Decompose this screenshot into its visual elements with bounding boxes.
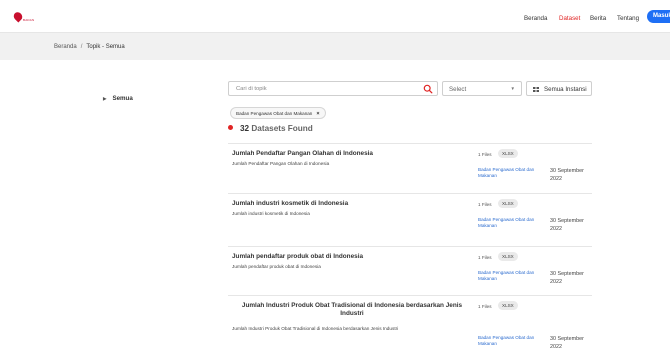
- nav-dataset[interactable]: Dataset: [559, 15, 580, 22]
- results-label: Datasets Found: [251, 124, 313, 133]
- dataset-row[interactable]: Jumlah pendaftar produk obat di Indonesi…: [228, 246, 592, 300]
- nav-berita[interactable]: Berita: [590, 15, 606, 22]
- chip-label: Badan Pengawas Obat dan Makanan: [236, 111, 313, 116]
- format-badge: XLSX: [498, 149, 518, 158]
- format-badge: XLSX: [498, 252, 518, 261]
- dataset-row[interactable]: Jumlah Industri Produk Obat Tradisional …: [228, 295, 592, 350]
- results-number: 32: [240, 124, 250, 133]
- close-icon[interactable]: ×: [316, 111, 319, 117]
- dataset-files-count: 1 Files: [478, 152, 492, 157]
- chevron-down-icon: ▼: [510, 86, 515, 91]
- format-badge: XLSX: [498, 301, 518, 310]
- breadcrumb: Beranda / Topik - Semua: [54, 44, 125, 50]
- nav-tentang[interactable]: Tentang: [617, 15, 639, 22]
- search-placeholder: Cari di topik: [236, 86, 267, 92]
- breadcrumb-separator: /: [80, 44, 83, 50]
- dataset-files-count: 1 Files: [478, 255, 492, 260]
- dataset-date: 30 September 2022: [550, 271, 584, 285]
- select-value: Select: [449, 85, 467, 93]
- dataset-files-count: 1 Files: [478, 304, 492, 309]
- dataset-description: Jumlah industri kosmetik di Indonesia: [232, 211, 310, 216]
- filter-select[interactable]: Select ▼: [442, 81, 522, 96]
- grid-icon: [533, 87, 539, 92]
- dataset-description: Jumlah pendaftar produk obat di Indonesi…: [232, 264, 321, 269]
- instansi-label: Semua Instansi: [544, 85, 587, 93]
- dataset-date: 30 September 2022: [550, 218, 584, 232]
- search-icon[interactable]: [423, 84, 433, 94]
- dataset-row[interactable]: Jumlah industri kosmetik di Indonesia Ju…: [228, 193, 592, 247]
- breadcrumb-current: Topik - Semua: [86, 44, 125, 50]
- caret-right-icon: ▶: [103, 95, 107, 101]
- dataset-title[interactable]: Jumlah pendaftar produk obat di Indonesi…: [232, 253, 472, 261]
- dataset-title[interactable]: Jumlah Pendaftar Pangan Olahan di Indone…: [232, 150, 472, 158]
- dataset-organization[interactable]: Badan Pengawas Obat dan Makanan: [478, 217, 542, 229]
- results-count: 32 Datasets Found: [228, 124, 313, 133]
- nav-beranda[interactable]: Beranda: [524, 15, 547, 22]
- dataset-description: Jumlah Pendaftar Pangan Olahan di Indone…: [232, 161, 330, 166]
- logo-text: BADAN: [23, 18, 35, 22]
- breadcrumb-home[interactable]: Beranda: [54, 44, 77, 50]
- dataset-date: 30 September 2022: [550, 336, 584, 350]
- sidebar-item-semua[interactable]: ▶ Semua: [103, 95, 133, 102]
- breadcrumb-bar: Beranda / Topik - Semua: [0, 32, 670, 60]
- dataset-date: 30 September 2022: [550, 168, 584, 182]
- search-input[interactable]: Cari di topik: [228, 81, 438, 96]
- dataset-title[interactable]: Jumlah Industri Produk Obat Tradisional …: [232, 302, 472, 318]
- site-logo[interactable]: BADAN: [11, 10, 36, 23]
- dataset-description: Jumlah Industri Produk Obat Tradisional …: [232, 326, 399, 331]
- dataset-row[interactable]: Jumlah Pendaftar Pangan Olahan di Indone…: [228, 143, 592, 197]
- format-badge: XLSX: [498, 199, 518, 208]
- dataset-organization[interactable]: Badan Pengawas Obat dan Makanan: [478, 270, 542, 282]
- dataset-files-count: 1 Files: [478, 202, 492, 207]
- dataset-organization[interactable]: Badan Pengawas Obat dan Makanan: [478, 167, 542, 179]
- status-dot-icon: [228, 125, 233, 130]
- dataset-title[interactable]: Jumlah industri kosmetik di Indonesia: [232, 200, 472, 208]
- login-button[interactable]: Masuk: [647, 10, 670, 23]
- dataset-organization[interactable]: Badan Pengawas Obat dan Makanan: [478, 335, 542, 347]
- instansi-filter-button[interactable]: Semua Instansi: [526, 81, 592, 96]
- top-navbar: BADAN Beranda Dataset Berita Tentang Mas…: [0, 0, 670, 32]
- active-filter-chip[interactable]: Badan Pengawas Obat dan Makanan ×: [230, 107, 326, 119]
- sidebar-item-label: Semua: [112, 95, 133, 102]
